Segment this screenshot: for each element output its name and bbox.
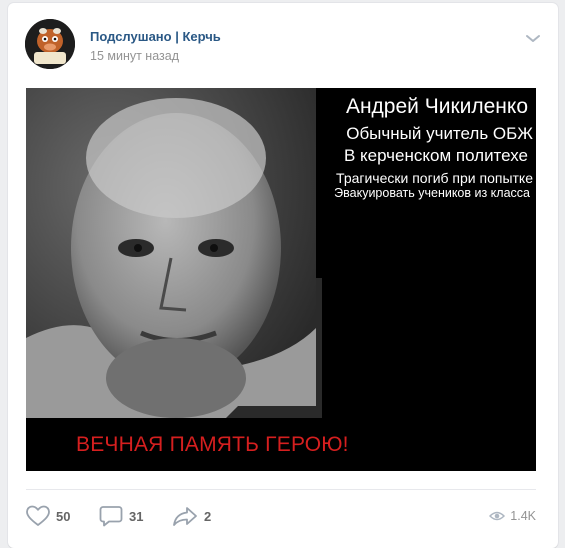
views-counter: 1.4K: [489, 501, 536, 531]
like-button[interactable]: 50: [26, 501, 70, 531]
author-link[interactable]: Подслушано | Керчь: [90, 29, 221, 44]
poster-caption: ВЕЧНАЯ ПАМЯТЬ ГЕРОЮ!: [76, 433, 349, 456]
poster-line-2: Обычный учитель ОБЖ: [346, 124, 533, 143]
poster-line-3: В керченском политехе: [343, 146, 528, 165]
poster-line-5: Эвакуировать учеников из класса: [334, 186, 530, 200]
share-icon: [173, 507, 197, 526]
comment-icon: [99, 506, 123, 527]
post-header: Подслушано | Керчь 15 минут назад: [25, 19, 545, 71]
eye-icon: [489, 511, 506, 521]
poster-line-4: Трагически погиб при попытке: [336, 170, 533, 186]
post-actions: 50 31 2 1.4K: [26, 501, 536, 531]
views-count: 1.4K: [510, 509, 536, 523]
poster-name: Андрей Чикиленко: [345, 95, 528, 118]
post-card: Подслушано | Керчь 15 минут назад Андрей…: [8, 3, 558, 548]
comment-count: 31: [129, 508, 144, 524]
share-button[interactable]: 2: [172, 501, 211, 531]
post-time[interactable]: 15 минут назад: [90, 49, 179, 63]
share-count: 2: [204, 508, 212, 524]
heart-icon: [26, 505, 50, 526]
divider: [26, 489, 536, 490]
avatar-image: [25, 19, 75, 69]
chevron-down-icon[interactable]: [525, 32, 541, 44]
post-image[interactable]: Андрей Чикиленко Обычный учитель ОБЖ В к…: [26, 88, 536, 471]
community-avatar[interactable]: [25, 19, 75, 69]
like-count: 50: [56, 508, 71, 524]
comment-button[interactable]: 31: [99, 501, 143, 531]
